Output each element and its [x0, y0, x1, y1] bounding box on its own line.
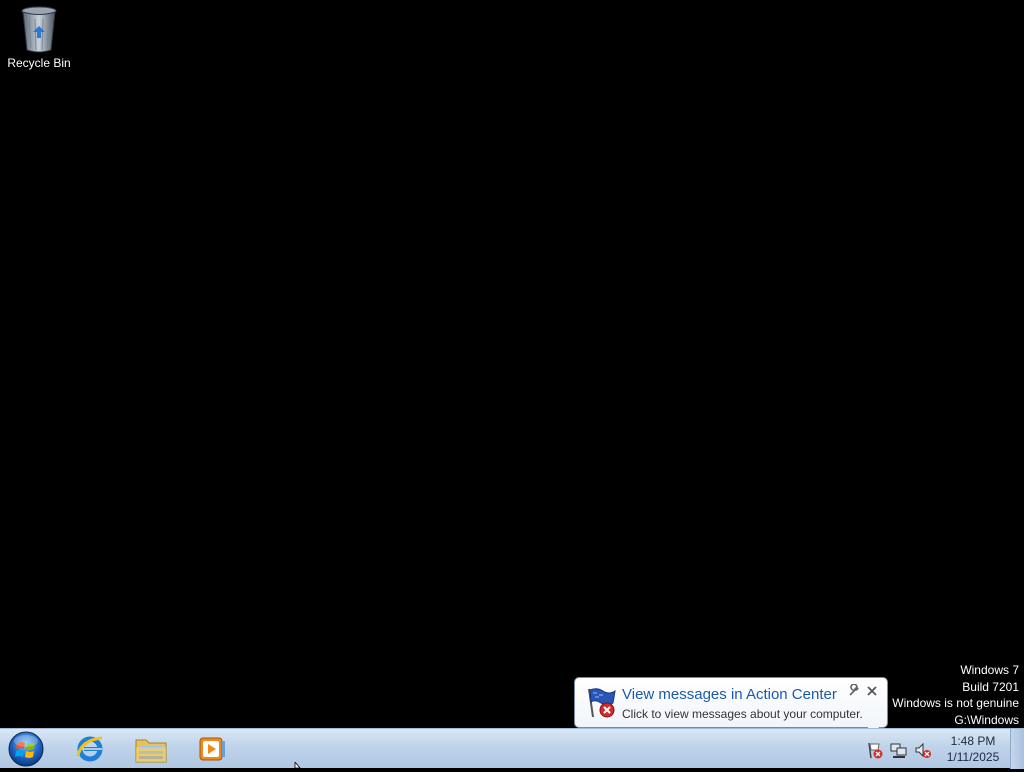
action-center-notification[interactable]: View messages in Action Center Click to …	[574, 677, 888, 728]
close-icon[interactable]	[865, 684, 879, 698]
action-center-flag-error-icon[interactable]	[866, 741, 884, 759]
watermark-line-3: Windows is not genuine	[892, 696, 1019, 710]
taskbar-pinned-windows-explorer[interactable]	[123, 729, 179, 769]
clock-time: 1:48 PM	[950, 734, 996, 748]
taskbar-pinned-internet-explorer[interactable]	[62, 729, 118, 769]
taskbar-pinned-media-player[interactable]	[184, 729, 240, 769]
clock-date: 1/11/2025	[946, 750, 1000, 764]
desktop: Recycle Bin Windows 7 Build 7201 Windows…	[0, 0, 1024, 739]
watermark-line-4: G:\Windows	[954, 712, 1019, 727]
notification-title[interactable]: View messages in Action Center	[622, 686, 837, 703]
folder-libraries-icon	[135, 739, 167, 763]
show-desktop-button[interactable]	[1010, 729, 1024, 769]
network-icon[interactable]	[890, 741, 908, 759]
taskbar-clock[interactable]: 1:48 PM 1/11/2025	[936, 733, 1010, 765]
action-center-flag-error-icon	[588, 688, 616, 718]
start-button[interactable]	[6, 731, 46, 767]
wrench-icon[interactable]	[847, 684, 861, 698]
volume-muted-icon[interactable]	[914, 741, 932, 759]
notification-message[interactable]: Click to view messages about your comput…	[622, 707, 863, 721]
watermark-line-1: Windows 7	[960, 663, 1019, 677]
taskbar: 1:48 PM 1/11/2025	[0, 728, 1024, 769]
desktop-icon-recycle-bin[interactable]: Recycle Bin	[4, 4, 74, 76]
internet-explorer-icon	[76, 736, 103, 762]
windows-start-orb-icon	[8, 731, 44, 767]
recycle-bin-icon	[21, 6, 57, 53]
media-player-icon	[199, 737, 225, 761]
watermark-line-2: Build 7201	[962, 679, 1019, 694]
mouse-pointer-icon	[294, 762, 301, 768]
desktop-icon-label: Recycle Bin	[7, 56, 71, 70]
windows-build-watermark: Windows 7 Build 7201 Windows is not genu…	[892, 662, 1019, 728]
